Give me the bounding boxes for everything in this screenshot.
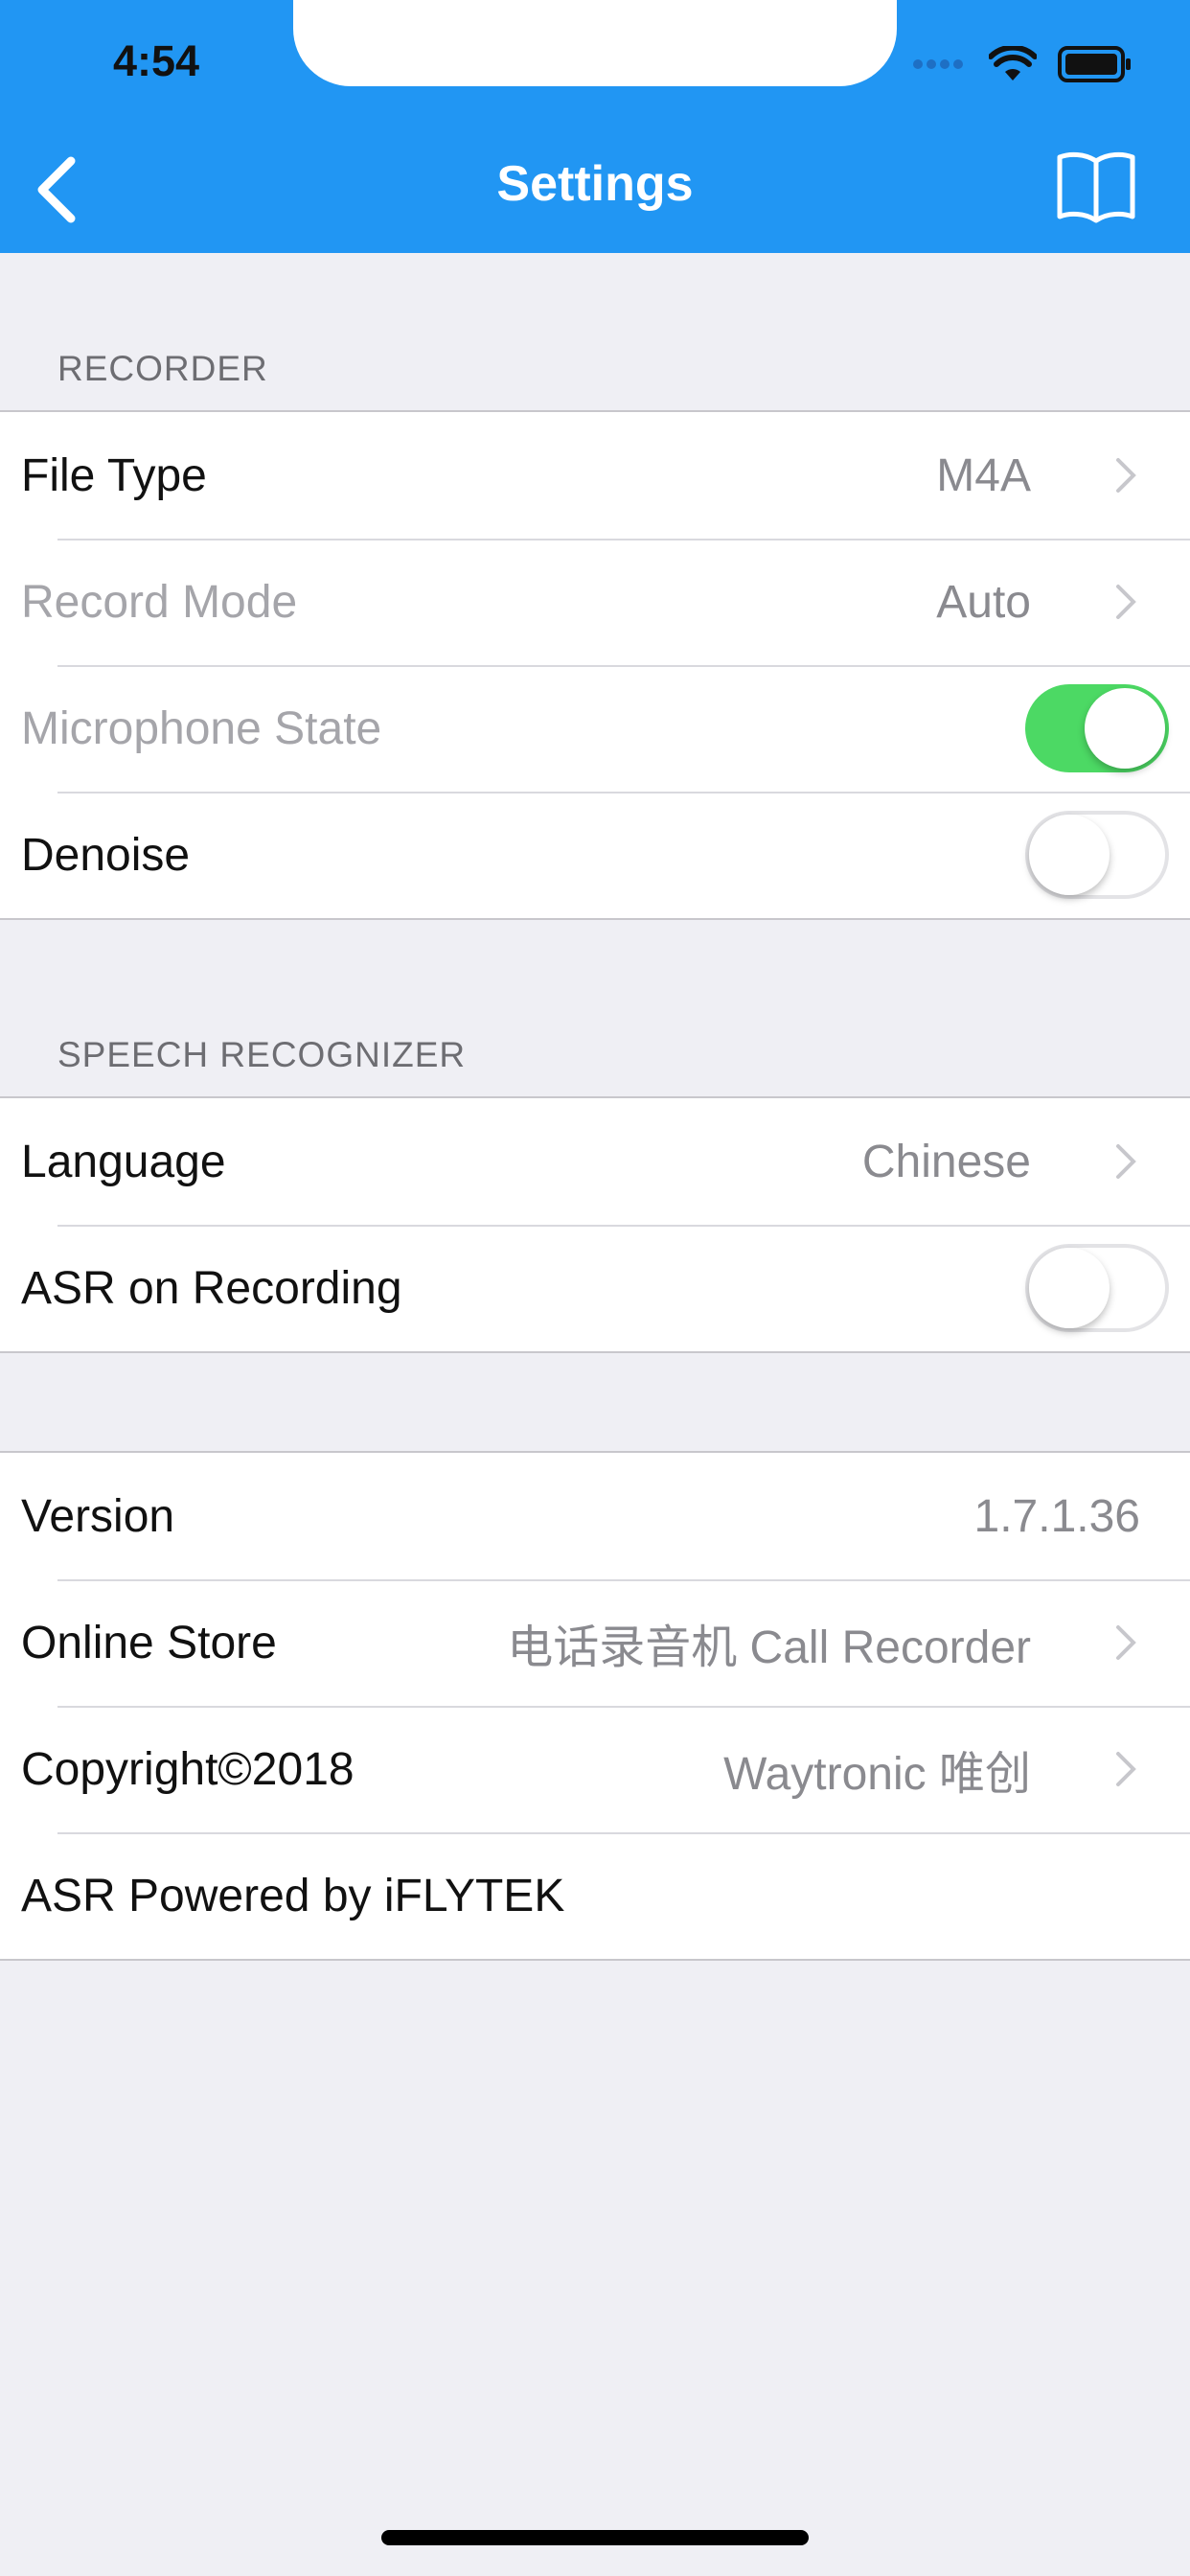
version-label: Version <box>21 1490 175 1542</box>
file-type-value: M4A <box>936 449 1031 501</box>
asr-on-recording-toggle[interactable] <box>1025 1244 1169 1332</box>
toggle-knob <box>1029 815 1110 895</box>
online-store-label: Online Store <box>21 1617 277 1668</box>
book-icon <box>1057 151 1135 223</box>
microphone-state-label: Microphone State <box>21 702 382 754</box>
toggle-knob <box>1029 1248 1110 1328</box>
home-indicator[interactable] <box>381 2530 809 2545</box>
status-time: 4:54 <box>113 36 200 85</box>
asr-powered-row: ASR Powered by iFLYTEK <box>0 1832 1190 1959</box>
language-row[interactable]: Language Chinese <box>0 1098 1190 1225</box>
chevron-right-icon <box>1116 1752 1136 1786</box>
denoise-row: Denoise <box>0 792 1190 918</box>
record-mode-value: Auto <box>936 576 1031 628</box>
chevron-right-icon <box>1116 1625 1136 1660</box>
battery-icon <box>1058 46 1133 87</box>
settings-screen: 4:54 Settings RECORDER File Type M4A Rec… <box>0 0 1190 2576</box>
chevron-right-icon <box>1116 585 1136 619</box>
online-store-row[interactable]: Online Store 电话录音机 Call Recorder <box>0 1579 1190 1706</box>
recorder-group: File Type M4A Record Mode Auto Microphon… <box>0 410 1190 920</box>
speech-section-header: SPEECH RECOGNIZER <box>57 1035 467 1074</box>
asr-on-recording-label: ASR on Recording <box>21 1262 402 1314</box>
asr-on-recording-row: ASR on Recording <box>0 1225 1190 1351</box>
file-type-row[interactable]: File Type M4A <box>0 412 1190 539</box>
help-book-button[interactable] <box>1056 150 1136 224</box>
wifi-icon <box>988 44 1038 87</box>
toggle-knob <box>1085 688 1165 769</box>
navigation-bar: 4:54 Settings <box>0 0 1190 253</box>
copyright-label: Copyright©2018 <box>21 1743 355 1795</box>
file-type-label: File Type <box>21 449 207 501</box>
chevron-right-icon <box>1116 458 1136 493</box>
version-value: 1.7.1.36 <box>973 1490 1140 1542</box>
copyright-row[interactable]: Copyright©2018 Waytronic 唯创 <box>0 1706 1190 1832</box>
recorder-section-header: RECORDER <box>57 349 268 388</box>
chevron-right-icon <box>1116 1144 1136 1179</box>
record-mode-label: Record Mode <box>21 576 298 628</box>
denoise-toggle[interactable] <box>1025 811 1169 899</box>
record-mode-row[interactable]: Record Mode Auto <box>0 539 1190 665</box>
cellular-signal-icon <box>912 58 968 76</box>
language-value: Chinese <box>861 1136 1031 1187</box>
page-title: Settings <box>496 156 694 212</box>
microphone-state-toggle[interactable] <box>1025 684 1169 772</box>
speech-group: Language Chinese ASR on Recording <box>0 1096 1190 1353</box>
about-group: Version 1.7.1.36 Online Store 电话录音机 Call… <box>0 1451 1190 1961</box>
asr-powered-label: ASR Powered by iFLYTEK <box>21 1870 565 1921</box>
language-label: Language <box>21 1136 226 1187</box>
online-store-value: 电话录音机 Call Recorder <box>507 1622 1031 1673</box>
microphone-state-row: Microphone State <box>0 665 1190 792</box>
version-row: Version 1.7.1.36 <box>0 1453 1190 1579</box>
copyright-value: Waytronic 唯创 <box>723 1749 1031 1800</box>
device-notch <box>293 0 897 86</box>
status-icons <box>912 44 1133 87</box>
denoise-label: Denoise <box>21 829 191 881</box>
